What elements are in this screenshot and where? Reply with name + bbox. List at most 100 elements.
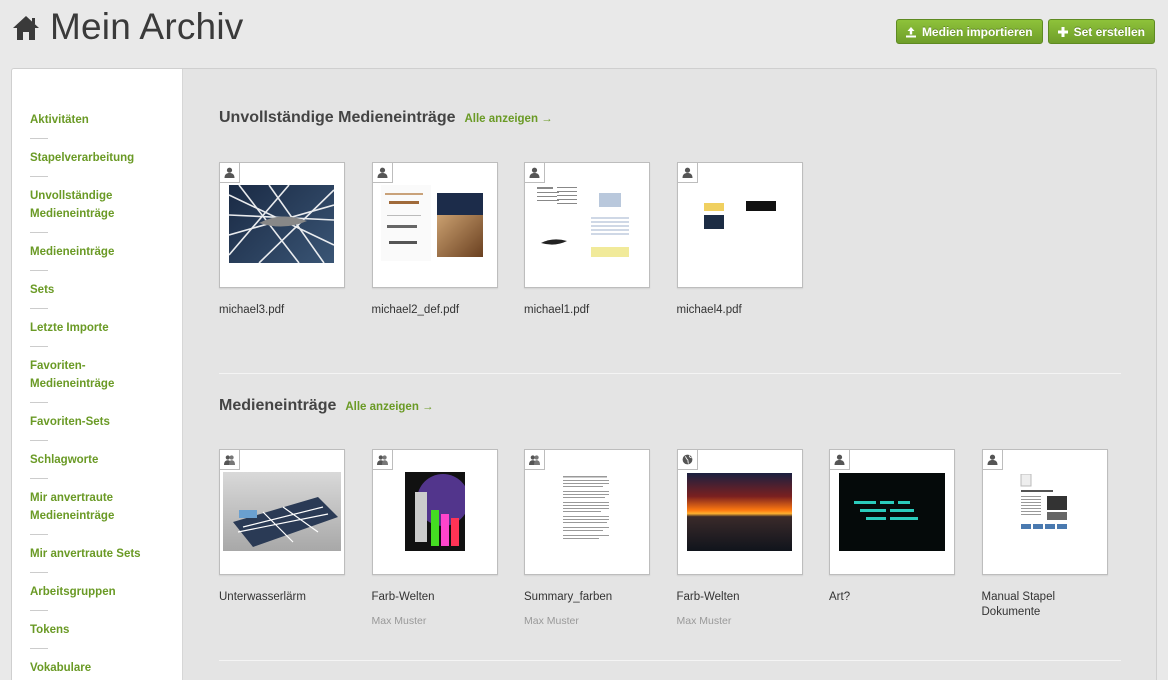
media-title[interactable]: Summary_farben — [524, 590, 650, 605]
media-title[interactable]: Art? — [829, 590, 955, 605]
media-thumbnail[interactable] — [524, 449, 650, 575]
sidebar-item-label[interactable]: Schlagworte — [30, 451, 164, 469]
media-card[interactable]: Farb-Welten Max Muster — [371, 449, 498, 627]
sidebar-item[interactable]: Sets — [12, 281, 182, 309]
sidebar-item[interactable]: Favoriten-Sets — [12, 413, 182, 441]
visibility-badge — [372, 450, 393, 470]
entries-show-all-link[interactable]: Alle anzeigen → — [345, 401, 433, 413]
user-icon — [377, 167, 387, 178]
media-title[interactable]: michael2_def.pdf — [372, 303, 498, 318]
group-icon — [376, 455, 388, 465]
import-media-label: Medien importieren — [921, 24, 1033, 39]
visibility-badge — [830, 450, 850, 470]
media-title[interactable]: Unterwasserlärm — [219, 590, 345, 605]
user-icon — [987, 454, 997, 465]
media-thumbnail[interactable] — [676, 162, 803, 288]
media-thumbnail[interactable] — [219, 449, 345, 575]
sidebar-item-label[interactable]: Stapelverarbeitung — [30, 149, 164, 167]
media-title[interactable]: Manual Stapel Dokumente — [982, 590, 1108, 620]
visibility-badge — [525, 450, 545, 470]
sidebar-item-label[interactable]: Favoriten-Sets — [30, 413, 164, 431]
sidebar-item-label[interactable]: Sets — [30, 281, 164, 299]
sidebar-item[interactable]: Arbeitsgruppen — [12, 583, 182, 611]
media-card[interactable]: Farb-Welten Max Muster — [676, 449, 803, 627]
sidebar-item-label[interactable]: Vokabulare — [30, 659, 164, 677]
incomplete-section-header: Unvollständige Medieneinträge Alle anzei… — [219, 109, 553, 127]
sidebar-item-label[interactable]: Mir anvertraute Sets — [30, 545, 164, 563]
sidebar-item-label[interactable]: Arbeitsgruppen — [30, 583, 164, 601]
media-card[interactable]: Art? — [829, 449, 955, 627]
user-icon — [224, 167, 235, 178]
media-card[interactable]: Unterwasserlärm — [219, 449, 345, 627]
sidebar-item[interactable]: Unvollständige Medieneinträge — [12, 187, 182, 233]
group-icon — [529, 455, 540, 465]
sidebar-item[interactable]: Medieneinträge — [12, 243, 182, 271]
media-card[interactable]: michael3.pdf — [219, 162, 345, 318]
media-card[interactable]: Summary_farben Max Muster — [524, 449, 650, 627]
media-title[interactable]: michael3.pdf — [219, 303, 345, 318]
sidebar-item[interactable]: Schlagworte — [12, 451, 182, 479]
sidebar-separator — [30, 534, 48, 535]
sidebar-item[interactable]: Vokabulare — [12, 659, 182, 677]
user-icon — [834, 454, 845, 465]
entries-section-header: Medieneinträge Alle anzeigen → — [219, 397, 434, 415]
sidebar-separator — [30, 402, 48, 403]
media-title[interactable]: michael4.pdf — [677, 303, 803, 318]
user-icon — [682, 167, 692, 178]
media-card[interactable]: michael2_def.pdf — [371, 162, 498, 318]
sidebar-item[interactable]: Favoriten-Medieneinträge — [12, 357, 182, 403]
sidebar-separator — [30, 232, 48, 233]
sidebar-item-label[interactable]: Aktivitäten — [30, 111, 164, 129]
page-title-text: Mein Archiv — [50, 6, 244, 47]
media-thumbnail[interactable] — [676, 449, 803, 575]
sidebar-item[interactable]: Mir anvertraute Sets — [12, 545, 182, 573]
sidebar-separator — [30, 610, 48, 611]
sidebar: Aktivitäten Stapelverarbeitung Unvollständ… — [12, 69, 183, 680]
media-title[interactable]: Farb-Welten — [372, 590, 498, 605]
media-card[interactable]: michael1.pdf — [524, 162, 650, 318]
sidebar-separator — [30, 572, 48, 573]
media-thumbnail[interactable] — [371, 449, 498, 575]
media-thumbnail[interactable] — [371, 162, 498, 288]
visibility-badge — [525, 163, 545, 183]
sidebar-item[interactable]: Tokens — [12, 621, 182, 649]
media-thumbnail[interactable] — [829, 449, 955, 575]
media-title[interactable]: michael1.pdf — [524, 303, 650, 318]
sidebar-item[interactable]: Aktivitäten — [12, 111, 182, 139]
sidebar-item[interactable]: Letzte Importe — [12, 319, 182, 347]
media-thumbnail[interactable] — [524, 162, 650, 288]
section-divider-bottom — [219, 660, 1121, 661]
upload-icon — [905, 26, 916, 37]
visibility-badge — [220, 450, 240, 470]
incomplete-grid: michael3.pdf michael2_def.pdf michael1.pdf… — [219, 162, 829, 318]
media-thumbnail[interactable] — [219, 162, 345, 288]
create-set-label: Set erstellen — [1073, 24, 1145, 39]
media-title[interactable]: Farb-Welten — [677, 590, 803, 605]
media-card[interactable]: Manual Stapel Dokumente — [981, 449, 1108, 627]
media-thumbnail[interactable] — [981, 449, 1108, 575]
sidebar-separator — [30, 346, 48, 347]
section-divider — [219, 373, 1121, 374]
sidebar-separator — [30, 478, 48, 479]
entries-grid: Unterwasserlärm Farb-Welten Max Muster Summ… — [219, 449, 1134, 627]
sidebar-item[interactable]: Stapelverarbeitung — [12, 149, 182, 177]
import-media-button[interactable]: Medien importieren — [895, 19, 1043, 44]
sidebar-item-label[interactable]: Tokens — [30, 621, 164, 639]
sidebar-item-label[interactable]: Favoriten-Medieneinträge — [30, 357, 164, 393]
visibility-badge — [677, 450, 698, 470]
sidebar-item[interactable]: Mir anvertraute Medieneinträge — [12, 489, 182, 535]
incomplete-show-all-link[interactable]: Alle anzeigen → — [464, 113, 552, 125]
media-owner: Max Muster — [524, 615, 579, 627]
sidebar-item-label[interactable]: Medieneinträge — [30, 243, 164, 261]
group-icon — [224, 455, 235, 465]
media-card[interactable]: michael4.pdf — [676, 162, 803, 318]
sidebar-separator — [30, 648, 48, 649]
main-panel: Aktivitäten Stapelverarbeitung Unvollständ… — [11, 68, 1157, 680]
visibility-badge — [677, 163, 698, 183]
create-set-button[interactable]: Set erstellen — [1047, 19, 1155, 44]
media-owner: Max Muster — [676, 615, 732, 627]
sidebar-separator — [30, 176, 48, 177]
sidebar-item-label[interactable]: Letzte Importe — [30, 319, 164, 337]
sidebar-item-label[interactable]: Mir anvertraute Medieneinträge — [30, 489, 164, 525]
sidebar-item-label[interactable]: Unvollständige Medieneinträge — [30, 187, 164, 223]
